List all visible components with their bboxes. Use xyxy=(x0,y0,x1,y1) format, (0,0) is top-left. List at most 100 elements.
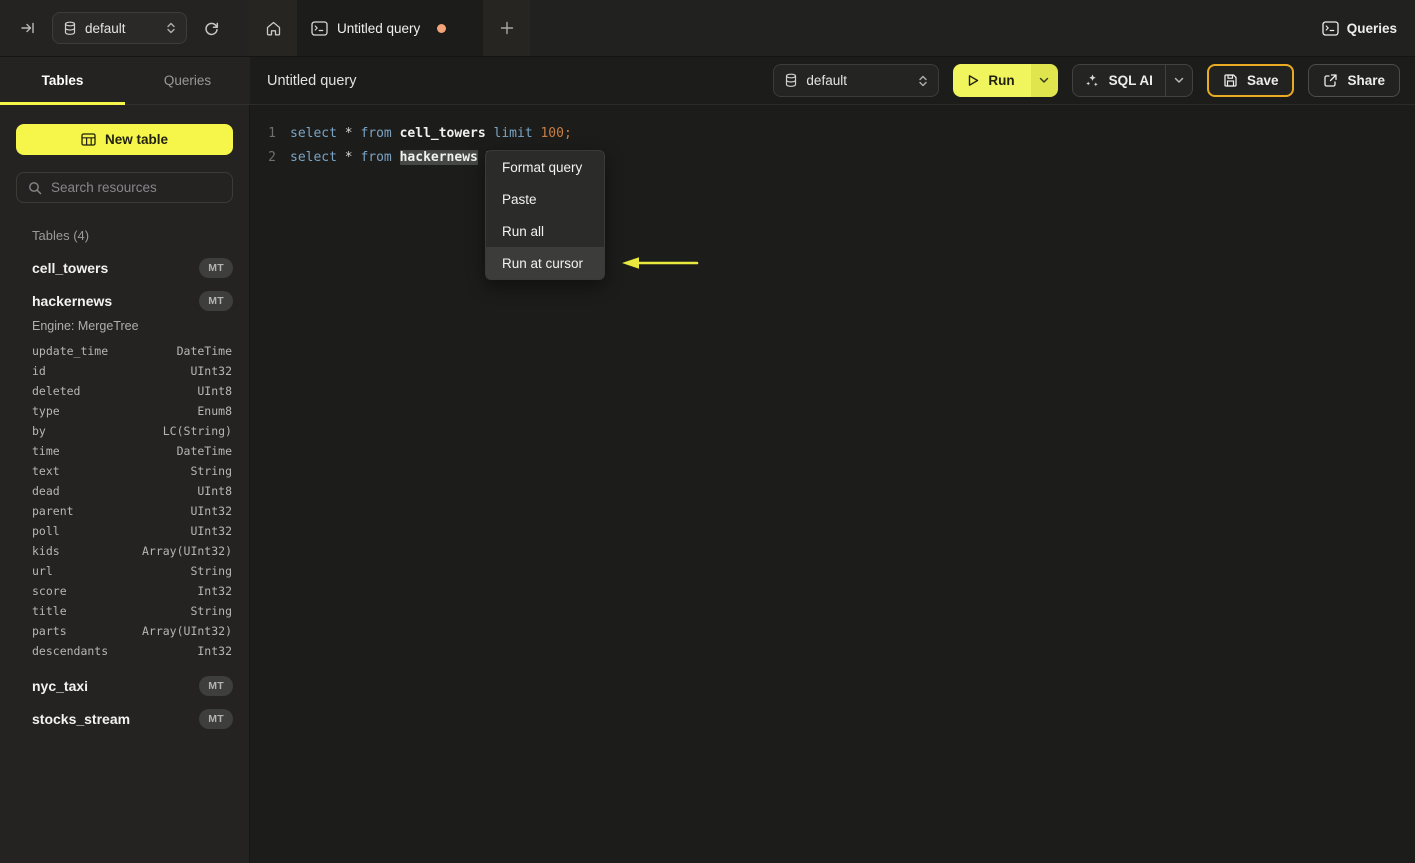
menu-item-format-query[interactable]: Format query xyxy=(486,151,604,183)
column-type: Enum8 xyxy=(197,404,232,418)
search-placeholder: Search resources xyxy=(51,180,157,195)
save-button[interactable]: Save xyxy=(1206,64,1295,97)
new-tab-button[interactable] xyxy=(483,0,530,56)
column-row: deleted UInt8 xyxy=(32,381,232,401)
sidebar-tab-queries[interactable]: Queries xyxy=(125,57,250,104)
column-type: DateTime xyxy=(176,344,232,358)
column-row: parts Array(UInt32) xyxy=(32,621,232,641)
sql-ai-button-label: SQL AI xyxy=(1108,73,1153,88)
column-type: UInt32 xyxy=(190,504,232,518)
new-table-button-label: New table xyxy=(104,132,169,147)
column-row: title String xyxy=(32,601,232,621)
code-token: hackernews xyxy=(399,149,478,165)
column-name: type xyxy=(32,404,60,418)
database-icon xyxy=(63,21,77,36)
database-selector-value: default xyxy=(85,20,126,36)
engine-badge: MT xyxy=(199,257,233,278)
queries-button[interactable]: Queries xyxy=(1304,0,1415,56)
query-title: Untitled query xyxy=(267,72,357,89)
tab-strip: Untitled query Queries xyxy=(250,0,1415,56)
column-name: deleted xyxy=(32,384,81,398)
line-number: 2 xyxy=(268,149,276,165)
column-row: parent UInt32 xyxy=(32,501,232,521)
column-type: LC(String) xyxy=(162,424,232,438)
column-row: by LC(String) xyxy=(32,421,232,441)
sql-ai-options-button[interactable] xyxy=(1164,65,1192,96)
new-table-button[interactable]: New table xyxy=(16,124,233,155)
share-button[interactable]: Share xyxy=(1308,64,1400,97)
code-token: limit xyxy=(493,125,533,141)
column-type: UInt32 xyxy=(190,524,232,538)
sql-console-app: default Untitled query Queries Tables Qu… xyxy=(0,0,1415,863)
column-type: Int32 xyxy=(197,584,232,598)
column-type: String xyxy=(190,604,232,618)
column-name: parts xyxy=(32,624,67,638)
hackernews-columns: update_time DateTime id UInt32 deleted UInt8 t… xyxy=(32,341,232,661)
tab-label: Untitled query xyxy=(337,20,421,36)
sparkles-icon xyxy=(1085,73,1100,88)
chevron-down-icon xyxy=(1039,77,1049,84)
code-token: * xyxy=(344,149,353,165)
sub-bar: Tables Queries Untitled query default Ru… xyxy=(0,57,1415,105)
editor-context-menu: Format query Paste Run all Run at cursor xyxy=(485,150,605,280)
column-row: url String xyxy=(32,561,232,581)
query-terminal-icon xyxy=(311,20,328,36)
code-token: select xyxy=(290,149,337,165)
search-icon xyxy=(28,181,42,195)
tables-section-label: Tables (4) xyxy=(32,228,90,243)
updown-chevron-icon xyxy=(918,74,928,88)
share-button-label: Share xyxy=(1347,73,1385,88)
tables-sidebar: New table Search resources Tables (4) ce… xyxy=(0,105,250,863)
column-name: by xyxy=(32,424,46,438)
refresh-button[interactable] xyxy=(197,14,225,42)
sidebar-tab-tables[interactable]: Tables xyxy=(0,57,125,105)
table-row-cell-towers[interactable]: cell_towers MT xyxy=(32,251,233,284)
save-button-label: Save xyxy=(1246,73,1279,88)
tab-strip-spacer xyxy=(530,0,1304,56)
menu-item-run-all[interactable]: Run all xyxy=(486,215,604,247)
column-type: UInt8 xyxy=(197,484,232,498)
sql-editor[interactable]: 1 select * from cell_towers limit 100; 2 se… xyxy=(250,105,1415,863)
code-token: cell_towers xyxy=(399,125,486,141)
updown-chevron-icon xyxy=(166,21,176,35)
column-type: UInt8 xyxy=(197,384,232,398)
code-line[interactable]: 2select * from hackernews limit 1000 xyxy=(250,145,1415,169)
sql-ai-button[interactable]: SQL AI xyxy=(1073,73,1165,88)
table-name: cell_towers xyxy=(32,259,109,276)
code-line[interactable]: 1 select * from cell_towers limit 100; xyxy=(250,121,1415,145)
unsaved-changes-dot xyxy=(437,23,447,33)
query-toolbar: Untitled query default Run SQL AI Save S… xyxy=(250,57,1415,105)
queries-terminal-icon xyxy=(1322,20,1339,36)
table-name: nyc_taxi xyxy=(32,677,89,694)
queries-button-label: Queries xyxy=(1346,20,1397,36)
code-token: 100; xyxy=(540,125,572,141)
tab-untitled-query[interactable]: Untitled query xyxy=(297,0,483,56)
run-options-button[interactable] xyxy=(1030,64,1058,97)
collapse-sidebar-button[interactable] xyxy=(14,14,42,42)
column-name: url xyxy=(32,564,53,578)
table-row-nyc-taxi[interactable]: nyc_taxi MT xyxy=(32,669,233,702)
menu-item-run-at-cursor[interactable]: Run at cursor xyxy=(486,247,604,279)
table-name: hackernews xyxy=(32,292,113,309)
top-bar: default Untitled query Queries xyxy=(0,0,1415,57)
collapse-sidebar-icon xyxy=(20,20,36,36)
home-tab-button[interactable] xyxy=(250,0,297,56)
menu-item-paste[interactable]: Paste xyxy=(486,183,604,215)
refresh-icon xyxy=(203,20,220,37)
search-resources-input[interactable]: Search resources xyxy=(16,172,233,203)
database-selector-top[interactable]: default xyxy=(52,12,187,44)
annotation-arrow-icon xyxy=(620,255,700,271)
line-number: 1 xyxy=(268,125,276,141)
code-lines: 1 select * from cell_towers limit 100; 2 se… xyxy=(250,105,1415,169)
database-selector-toolbar[interactable]: default xyxy=(773,64,940,97)
column-type: DateTime xyxy=(176,444,232,458)
column-name: update_time xyxy=(32,344,109,358)
table-row-hackernews[interactable]: hackernews MT xyxy=(32,284,233,317)
code-token: from xyxy=(360,125,392,141)
run-button[interactable]: Run xyxy=(953,64,1031,97)
table-row-stocks-stream[interactable]: stocks_stream MT xyxy=(32,702,233,735)
column-name: dead xyxy=(32,484,60,498)
column-name: kids xyxy=(32,544,60,558)
column-name: time xyxy=(32,444,60,458)
engine-label: Engine: MergeTree xyxy=(32,319,139,333)
